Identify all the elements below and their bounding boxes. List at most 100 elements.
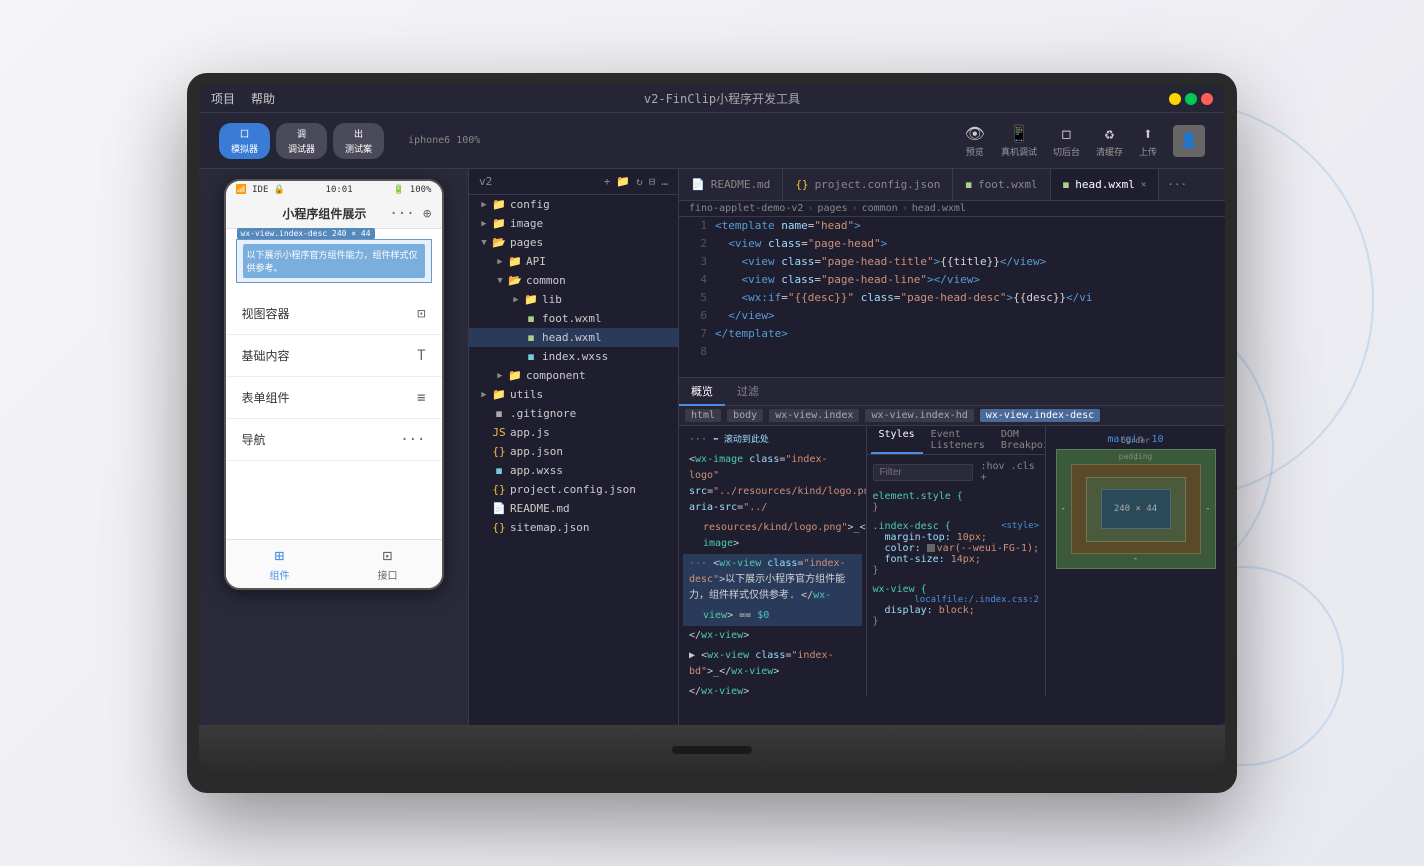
toolbar-btn-simulator[interactable]: 囗 模拟器 [219, 123, 270, 159]
folder-icon-api: 📁 [507, 255, 523, 268]
tree-item-label-gitignore: .gitignore [510, 407, 576, 420]
editor-breadcrumb: fino-applet-demo-v2 › pages › common › h… [679, 201, 1225, 217]
tree-item-pages[interactable]: ▼ 📂 pages [469, 233, 678, 252]
interface-tab-icon: ⊡ [383, 546, 393, 565]
file-tree-panel: v2 + 📁 ↻ ⊟ … ▶ 📁 config [469, 169, 679, 725]
phone-battery: 🔋 100% [393, 185, 431, 195]
phone-menu-item-3[interactable]: 导航 ··· [226, 419, 442, 461]
tree-item-head-wxml[interactable]: ◼ head.wxml [469, 328, 678, 347]
style-source-wx-view[interactable]: localfile:/.index.css:2 [914, 595, 1039, 605]
phone-menu-item-0[interactable]: 视图容器 ⊡ [226, 293, 442, 335]
tab-head-wxml[interactable]: ◼ head.wxml ✕ [1051, 169, 1160, 201]
etag-html[interactable]: html [685, 409, 721, 422]
tree-action-new-folder[interactable]: 📁 [616, 175, 630, 188]
tree-item-config[interactable]: ▶ 📁 config [469, 195, 678, 214]
tree-item-label-app-wxss: app.wxss [510, 464, 563, 477]
stab-styles[interactable]: Styles [871, 426, 923, 454]
tab-project-config[interactable]: {} project.config.json [783, 169, 953, 201]
stab-dom-breakpoints[interactable]: DOM Breakpoints [993, 426, 1045, 454]
html-view[interactable]: ··· ⬅ 滚动到此处 <wx-image class="index-logo"… [679, 426, 866, 697]
phone-tab-interface[interactable]: ⊡ 接口 [334, 540, 442, 588]
toolbar-action-cache[interactable]: ♻ 清缓存 [1096, 124, 1123, 158]
code-editor[interactable]: 1 <template name="head"> 2 <view class="… [679, 217, 1225, 377]
tab-readme[interactable]: 📄 README.md [679, 169, 783, 201]
tree-item-image[interactable]: ▶ 📁 image [469, 214, 678, 233]
tree-item-utils[interactable]: ▶ 📁 utils [469, 385, 678, 404]
maximize-button[interactable] [1185, 93, 1197, 105]
background-icon: ◻ [1062, 124, 1072, 143]
tree-item-common[interactable]: ▼ 📂 common [469, 271, 678, 290]
arrow-common: ▼ [493, 276, 507, 286]
test-label: 测试案 [345, 142, 372, 155]
folder-icon-config: 📁 [491, 198, 507, 211]
tree-action-refresh[interactable]: ↻ [636, 175, 643, 188]
tree-item-app-json[interactable]: {} app.json [469, 442, 678, 461]
tab-foot-wxml[interactable]: ◼ foot.wxml [953, 169, 1050, 201]
box-margin-right-val: - [1205, 504, 1210, 514]
etag-wx-view-desc[interactable]: wx-view.index-desc [980, 409, 1100, 422]
tree-item-app-wxss[interactable]: ◼ app.wxss [469, 461, 678, 480]
laptop-base [199, 725, 1225, 775]
tree-actions: + 📁 ↻ ⊟ … [604, 175, 668, 188]
menu-item-project[interactable]: 项目 [211, 90, 235, 107]
tree-item-gitignore[interactable]: ◼ .gitignore [469, 404, 678, 423]
tree-item-project-config[interactable]: {} project.config.json [469, 480, 678, 499]
interface-tab-label: 接口 [378, 567, 398, 582]
tree-item-readme[interactable]: 📄 README.md [469, 499, 678, 518]
phone-tab-component[interactable]: ⊞ 组件 [226, 540, 334, 588]
menu-item-help[interactable]: 帮助 [251, 90, 275, 107]
file-tree-header: v2 + 📁 ↻ ⊟ … [469, 169, 678, 195]
tree-action-more[interactable]: … [661, 175, 668, 188]
btab-filter[interactable]: 过滤 [725, 378, 771, 406]
style-source-index-desc[interactable]: <style> [1001, 521, 1039, 531]
folder-icon-lib: 📁 [523, 293, 539, 306]
toolbar-btn-debug[interactable]: 调 调试器 [276, 123, 327, 159]
toolbar-action-preview[interactable]: 👁 预览 [965, 124, 985, 158]
btab-overview[interactable]: 概览 [679, 378, 725, 406]
arrow-component: ▶ [493, 371, 507, 381]
tree-item-api[interactable]: ▶ 📁 API [469, 252, 678, 271]
tree-item-sitemap[interactable]: {} sitemap.json [469, 518, 678, 537]
code-line-2: 2 <view class="page-head"> [679, 235, 1225, 253]
tab-icon-head: ◼ [1063, 178, 1070, 191]
etag-body[interactable]: body [727, 409, 763, 422]
tree-item-foot-wxml[interactable]: ◼ foot.wxml [469, 309, 678, 328]
tree-item-label-project: project.config.json [510, 483, 636, 496]
toolbar-action-upload[interactable]: ⬆ 上传 [1139, 124, 1157, 158]
close-button[interactable] [1201, 93, 1213, 105]
style-brace-element: } [873, 502, 1040, 513]
toolbar-action-mobile[interactable]: 📱 真机调试 [1001, 124, 1037, 158]
simulator-icon: 囗 [240, 127, 249, 140]
html-tree-line-6: </wx-view> [683, 626, 862, 646]
styles-panel[interactable]: :hov .cls + element.style { } [867, 455, 1046, 697]
tree-item-lib[interactable]: ▶ 📁 lib [469, 290, 678, 309]
phone-menu-item-1[interactable]: 基础内容 T [226, 335, 442, 377]
tab-label-project: project.config.json [815, 178, 941, 191]
toolbar-btn-test[interactable]: 出 测试案 [333, 123, 384, 159]
stab-event-listeners[interactable]: Event Listeners [923, 426, 993, 454]
tree-item-label-app-js: app.js [510, 426, 550, 439]
tab-more[interactable]: ··· [1159, 178, 1195, 191]
tree-item-app-js[interactable]: JS app.js [469, 423, 678, 442]
tree-action-new-file[interactable]: + [604, 175, 611, 188]
toolbar-action-background[interactable]: ◻ 切后台 [1053, 124, 1080, 158]
etag-wx-view-index[interactable]: wx-view.index [769, 409, 859, 422]
tree-item-component[interactable]: ▶ 📁 component [469, 366, 678, 385]
styles-filter-input[interactable] [873, 464, 973, 481]
user-avatar[interactable]: 👤 [1173, 125, 1205, 157]
etag-wx-view-hd[interactable]: wx-view.index-hd [865, 409, 973, 422]
styles-pseudo[interactable]: :hov .cls + [981, 461, 1040, 483]
phone-menu-item-2[interactable]: 表单组件 ≡ [226, 377, 442, 419]
tree-action-collapse[interactable]: ⊟ [649, 175, 656, 188]
laptop-notch [672, 746, 752, 754]
file-icon-foot: ◼ [523, 312, 539, 325]
tab-close-head[interactable]: ✕ [1141, 180, 1146, 190]
box-model-diagram: - - - - border padding 240 [1056, 449, 1216, 569]
box-margin-bottom-val: - [1133, 554, 1138, 564]
minimize-button[interactable] [1169, 93, 1181, 105]
breadcrumb-common: common [862, 203, 898, 214]
box-margin: - - - - border padding 240 [1056, 449, 1216, 569]
tree-item-index-wxss[interactable]: ◼ index.wxss [469, 347, 678, 366]
menu-item-icon-0: ⊡ [417, 306, 425, 322]
box-padding: padding 240 × 44 [1086, 477, 1186, 542]
